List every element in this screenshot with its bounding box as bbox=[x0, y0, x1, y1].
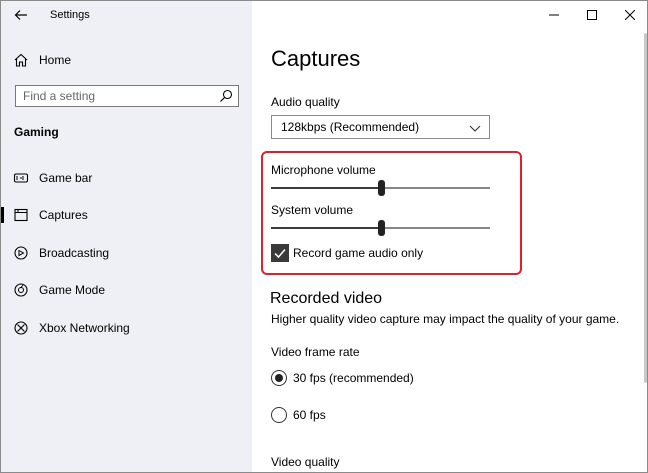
page-title: Captures bbox=[271, 46, 361, 71]
system-volume-label: System volume bbox=[271, 203, 354, 217]
slider-track-filled bbox=[271, 227, 381, 229]
microphone-volume-slider[interactable] bbox=[271, 180, 490, 196]
sidebar-item-captures[interactable]: Captures bbox=[1, 202, 252, 228]
radio-30fps[interactable]: 30 fps (recommended) bbox=[271, 369, 414, 387]
sidebar-item-game-mode[interactable]: Game Mode bbox=[1, 277, 252, 303]
sidebar: Settings Home Gaming bbox=[1, 1, 252, 472]
audio-quality-dropdown[interactable]: 128kbps (Recommended) bbox=[271, 115, 490, 139]
microphone-volume-label: Microphone volume bbox=[271, 163, 376, 177]
slider-thumb[interactable] bbox=[378, 220, 385, 236]
record-game-audio-only-checkbox[interactable] bbox=[271, 244, 289, 262]
minimize-button[interactable] bbox=[535, 1, 573, 29]
minimize-icon bbox=[549, 14, 559, 16]
sidebar-item-xbox-networking[interactable]: Xbox Networking bbox=[1, 315, 252, 341]
app-title: Settings bbox=[50, 9, 90, 21]
video-quality-label: Video quality bbox=[271, 455, 340, 469]
sidebar-item-game-bar[interactable]: Game bar bbox=[1, 165, 252, 191]
audio-quality-value: 128kbps (Recommended) bbox=[281, 120, 420, 134]
window-controls bbox=[535, 1, 647, 29]
recorded-video-title: Recorded video bbox=[270, 290, 383, 307]
section-label-gaming: Gaming bbox=[14, 125, 59, 139]
maximize-icon bbox=[587, 10, 597, 20]
xbox-networking-label: Xbox Networking bbox=[39, 321, 130, 335]
game-mode-label: Game Mode bbox=[39, 283, 106, 297]
video-frame-rate-label: Video frame rate bbox=[271, 345, 360, 359]
search-input[interactable] bbox=[16, 89, 206, 103]
chevron-down-icon bbox=[469, 125, 481, 132]
captures-icon bbox=[13, 207, 29, 223]
record-game-audio-only-row[interactable]: Record game audio only bbox=[271, 244, 423, 262]
checkmark-icon bbox=[274, 249, 286, 259]
game-mode-icon bbox=[13, 282, 29, 298]
search-box[interactable] bbox=[15, 85, 239, 107]
home-icon bbox=[13, 52, 29, 68]
radio-button-30fps[interactable] bbox=[271, 370, 287, 386]
recorded-video-description: Higher quality video capture may impact … bbox=[271, 312, 620, 326]
back-arrow-icon bbox=[14, 10, 27, 20]
xbox-icon bbox=[13, 320, 29, 336]
search-icon[interactable] bbox=[219, 89, 233, 103]
radio-button-60fps[interactable] bbox=[271, 407, 287, 423]
slider-track-empty bbox=[381, 227, 490, 229]
game-bar-label: Game bar bbox=[39, 171, 93, 185]
sidebar-item-broadcasting[interactable]: Broadcasting bbox=[1, 240, 252, 266]
slider-track-empty bbox=[381, 187, 490, 189]
captures-label: Captures bbox=[39, 208, 88, 222]
slider-track-filled bbox=[271, 187, 381, 189]
slider-thumb[interactable] bbox=[378, 180, 385, 196]
radio-30fps-label: 30 fps (recommended) bbox=[293, 371, 414, 385]
title-bar: Settings bbox=[1, 1, 252, 31]
main-content: Captures Audio quality 128kbps (Recommen… bbox=[252, 1, 647, 472]
home-label: Home bbox=[39, 53, 72, 67]
audio-quality-label: Audio quality bbox=[271, 95, 340, 109]
broadcasting-label: Broadcasting bbox=[39, 246, 110, 260]
maximize-button[interactable] bbox=[573, 1, 611, 29]
radio-60fps-label: 60 fps bbox=[293, 408, 326, 422]
back-button[interactable] bbox=[9, 3, 33, 27]
system-volume-slider[interactable] bbox=[271, 220, 490, 236]
close-icon bbox=[625, 10, 635, 20]
broadcasting-icon bbox=[13, 245, 29, 261]
radio-60fps[interactable]: 60 fps bbox=[271, 406, 326, 424]
active-indicator bbox=[1, 207, 4, 223]
settings-window: Settings Home Gaming bbox=[0, 0, 648, 473]
sidebar-item-home[interactable]: Home bbox=[1, 48, 252, 72]
radio-selected-dot bbox=[275, 374, 283, 382]
close-button[interactable] bbox=[611, 1, 647, 29]
game-bar-icon bbox=[13, 170, 29, 186]
scrollbar[interactable] bbox=[644, 33, 647, 383]
record-game-audio-only-label: Record game audio only bbox=[293, 246, 424, 260]
